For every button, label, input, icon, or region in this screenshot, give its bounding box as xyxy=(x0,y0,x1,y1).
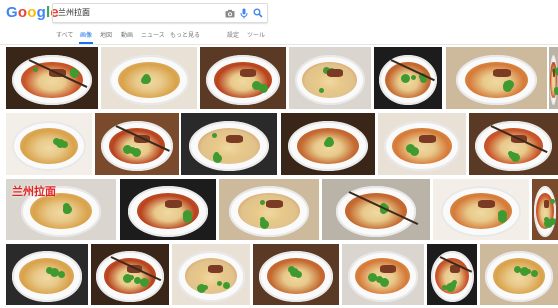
herb xyxy=(202,285,208,291)
microphone-icon[interactable] xyxy=(237,6,251,20)
image-result-thumbnail[interactable] xyxy=(120,179,216,240)
herb xyxy=(294,270,302,278)
image-result-thumbnail[interactable] xyxy=(6,113,92,175)
image-result-thumbnail[interactable] xyxy=(480,244,558,305)
image-overlay-title: 兰州拉面 xyxy=(12,185,56,198)
image-result-thumbnail[interactable] xyxy=(200,47,286,109)
beef-slice xyxy=(164,200,183,209)
image-result-thumbnail[interactable] xyxy=(469,113,558,175)
image-result-thumbnail[interactable] xyxy=(289,47,371,109)
image-result-thumbnail[interactable] xyxy=(281,113,375,175)
search-icon[interactable] xyxy=(251,6,265,20)
image-result-thumbnail[interactable] xyxy=(6,244,88,305)
herb xyxy=(442,284,448,290)
image-result-thumbnail[interactable] xyxy=(181,113,277,175)
herb xyxy=(60,141,68,149)
image-result-thumbnail[interactable] xyxy=(378,113,466,175)
search-box[interactable]: 兰州拉面 xyxy=(52,3,268,23)
tab-videos[interactable]: 動画 xyxy=(121,30,133,39)
image-result-thumbnail[interactable] xyxy=(532,179,558,240)
image-result-thumbnail[interactable] xyxy=(433,179,529,240)
tab-news[interactable]: ニュース xyxy=(141,30,165,39)
image-result-thumbnail[interactable] xyxy=(549,47,558,109)
image-result-thumbnail[interactable] xyxy=(427,244,477,305)
image-result-thumbnail[interactable] xyxy=(101,47,197,109)
search-tabs: すべて 画像 地図 動画 ニュース もっと見る 設定 ツール xyxy=(0,28,558,44)
herb xyxy=(259,199,265,205)
search-input[interactable]: 兰州拉面 xyxy=(58,7,90,18)
herb xyxy=(502,83,512,93)
beef-slice xyxy=(553,68,555,77)
beef-slice xyxy=(208,265,224,274)
tab-settings[interactable]: 設定 xyxy=(227,30,239,39)
image-result-thumbnail[interactable] xyxy=(253,244,339,305)
herb xyxy=(258,84,268,94)
image-result-thumbnail[interactable] xyxy=(6,47,98,109)
herb xyxy=(497,213,507,223)
logo-letter: G xyxy=(6,4,18,21)
beef-slice xyxy=(240,68,257,77)
image-result-thumbnail[interactable] xyxy=(95,113,179,175)
image-result-thumbnail[interactable] xyxy=(374,47,442,109)
tab-images[interactable]: 画像 xyxy=(78,30,94,44)
image-result-thumbnail[interactable] xyxy=(91,244,169,305)
tab-maps[interactable]: 地図 xyxy=(100,30,112,39)
beef-slice xyxy=(477,200,496,209)
beef-slice xyxy=(327,68,343,77)
beef-slice xyxy=(419,134,436,143)
logo-letter: g xyxy=(36,4,46,21)
beef-slice xyxy=(493,68,511,77)
image-result-thumbnail[interactable] xyxy=(446,47,547,109)
beef-slice xyxy=(225,134,244,143)
image-result-thumbnail[interactable]: 兰州拉面 xyxy=(6,179,116,240)
broth xyxy=(20,127,78,165)
herb xyxy=(525,268,531,274)
beef-slice xyxy=(265,200,284,209)
herb xyxy=(212,154,222,164)
image-result-thumbnail[interactable] xyxy=(322,179,430,240)
herb xyxy=(410,75,416,81)
logo-letter: o xyxy=(27,4,37,21)
beef-slice xyxy=(380,265,396,274)
beef-slice xyxy=(544,200,549,209)
camera-icon[interactable] xyxy=(223,6,237,20)
tab-more[interactable]: もっと見る xyxy=(170,30,200,39)
top-bar: Google 兰州拉面 すべて 画像 地図 動画 ニュース もっと見る 設定 ツ… xyxy=(0,0,558,45)
logo-letter: o xyxy=(17,4,28,21)
herb xyxy=(554,88,558,96)
tab-tools[interactable]: ツール xyxy=(247,30,265,39)
image-result-thumbnail[interactable] xyxy=(172,244,250,305)
herb xyxy=(323,140,331,148)
image-result-thumbnail[interactable] xyxy=(219,179,319,240)
tab-all[interactable]: すべて xyxy=(56,30,73,39)
broth xyxy=(392,127,452,165)
herb xyxy=(259,220,269,230)
google-logo[interactable]: Google xyxy=(6,4,59,21)
image-result-thumbnail[interactable] xyxy=(342,244,424,305)
broth xyxy=(465,61,528,99)
